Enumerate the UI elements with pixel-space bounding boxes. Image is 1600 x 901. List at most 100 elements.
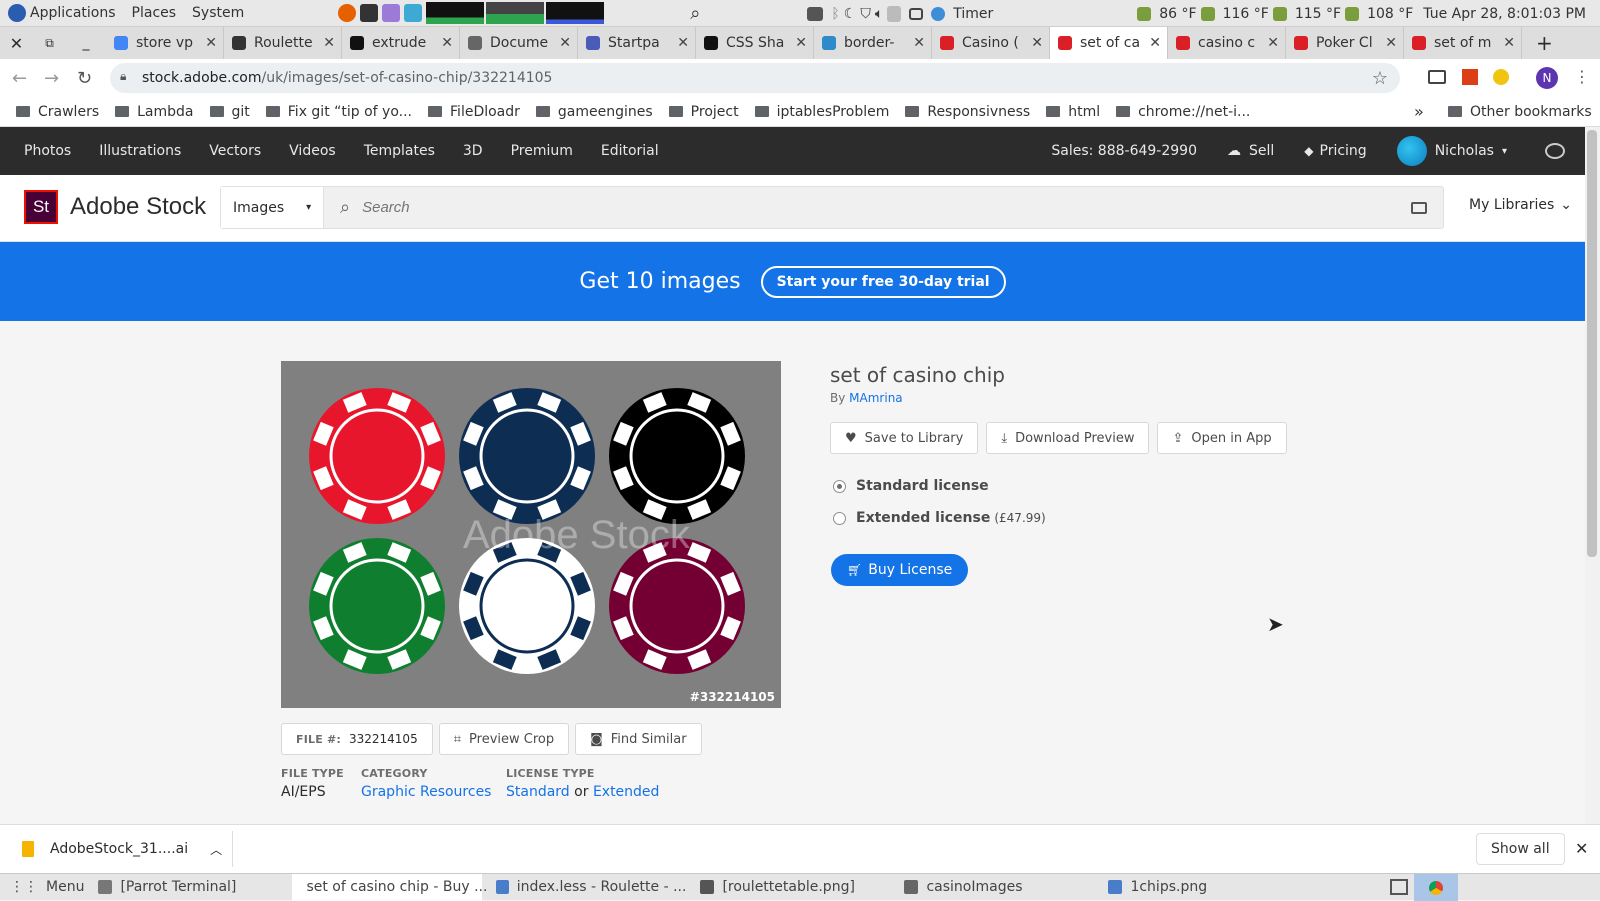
creative-cloud-icon[interactable] <box>1545 143 1565 159</box>
show-all-button[interactable]: Show all <box>1476 833 1565 865</box>
chrome-taskbar-icon[interactable] <box>1414 874 1458 901</box>
save-to-library-button[interactable]: ♥ Save to Library <box>830 422 979 454</box>
extension-office-icon[interactable] <box>1462 69 1478 85</box>
workspace-switcher-icon[interactable] <box>1390 879 1408 895</box>
taskbar-item[interactable]: casinoImages <box>904 874 1094 901</box>
volume-icon[interactable]: 🔈︎ <box>875 6 883 22</box>
shield-icon[interactable]: ⛉ <box>860 6 871 22</box>
notes-icon[interactable] <box>404 4 423 22</box>
content-type-select[interactable]: Images ▾ <box>221 187 324 228</box>
system-menu[interactable]: System <box>192 5 244 21</box>
bookmark-item[interactable]: Project <box>668 104 739 120</box>
standard-license-radio[interactable] <box>833 479 846 493</box>
close-tab-icon[interactable]: ✕ <box>1267 35 1279 51</box>
user-menu[interactable]: Nicholas ▾ <box>1396 136 1507 166</box>
close-download-bar-icon[interactable]: ✕ <box>1575 839 1588 858</box>
text-editor-icon[interactable] <box>382 4 401 22</box>
other-bookmarks[interactable]: Other bookmarks <box>1448 104 1592 120</box>
bookmark-item[interactable]: gameengines <box>535 104 653 120</box>
download-item[interactable]: AdobeStock_31....ai ︿ <box>22 841 232 858</box>
standard-license-option[interactable]: Standard license <box>833 478 989 494</box>
close-window-icon[interactable]: ✕ <box>0 34 33 53</box>
bookmark-item[interactable]: html <box>1046 104 1100 120</box>
bookmarks-overflow-icon[interactable]: » <box>1414 102 1424 121</box>
bookmark-item[interactable]: Lambda <box>115 104 194 120</box>
url-field[interactable]: 🔒︎ stock.adobe.com/uk/images/set-of-casi… <box>110 63 1400 93</box>
close-tab-icon[interactable]: ✕ <box>913 35 925 51</box>
bookmark-item[interactable]: Responsivness <box>905 104 1030 120</box>
nav-item[interactable]: Videos <box>289 143 336 159</box>
pricing-link[interactable]: ◆ Pricing <box>1304 143 1366 159</box>
visual-search-camera-icon[interactable] <box>1411 201 1427 214</box>
bookmark-item[interactable]: iptablesProblem <box>754 104 889 120</box>
close-tab-icon[interactable]: ✕ <box>1031 35 1043 51</box>
close-tab-icon[interactable]: ✕ <box>795 35 807 51</box>
new-tab-icon[interactable]: + <box>1536 31 1553 55</box>
star-icon[interactable]: ☆ <box>1372 68 1388 89</box>
cast-icon[interactable] <box>1428 70 1446 84</box>
category-link[interactable]: Graphic Resources <box>361 784 491 800</box>
browser-tab[interactable]: casino c ✕ <box>1168 27 1286 59</box>
bookmark-item[interactable]: Fix git “tip of yo... <box>265 104 412 120</box>
taskbar-item[interactable]: [Parrot Terminal] <box>98 874 278 901</box>
close-tab-icon[interactable]: ✕ <box>1149 35 1161 51</box>
terminal-icon[interactable] <box>360 4 379 22</box>
nav-item[interactable]: Vectors <box>209 143 261 159</box>
asset-preview-image[interactable]: Adobe Stock #332214105 <box>281 361 781 708</box>
my-libraries-menu[interactable]: My Libraries ⌄ <box>1469 197 1572 213</box>
browser-tab[interactable]: Startpa ✕ <box>578 27 696 59</box>
bookmark-item[interactable]: Crawlers <box>16 104 99 120</box>
browser-tab[interactable]: set of ca ✕ <box>1050 27 1168 59</box>
browser-tab[interactable]: store vp ✕ <box>106 27 224 59</box>
extension-yellow-icon[interactable] <box>1493 69 1509 85</box>
extended-license-option[interactable]: Extended license (£47.99) <box>833 510 1046 526</box>
night-mode-icon[interactable]: ☾ <box>844 6 857 22</box>
browser-tab[interactable]: border- ✕ <box>814 27 932 59</box>
browser-tab[interactable]: CSS Sha ✕ <box>696 27 814 59</box>
browser-tab[interactable]: Casino (✕ <box>932 27 1050 59</box>
open-in-app-button[interactable]: ⇪ Open in App <box>1157 422 1287 454</box>
bookmark-item[interactable]: git <box>209 104 250 120</box>
free-trial-button[interactable]: Start your free 30-day trial <box>760 265 1006 298</box>
browser-tab[interactable]: extrude ✕ <box>342 27 460 59</box>
chevron-up-icon[interactable]: ︿ <box>210 841 222 858</box>
scrollbar-thumb[interactable] <box>1587 130 1597 557</box>
close-tab-icon[interactable]: ✕ <box>677 35 689 51</box>
taskbar-item[interactable]: index.less - Roulette - ... <box>496 874 686 901</box>
search-input[interactable] <box>362 199 1411 216</box>
timer-label[interactable]: Timer <box>953 6 993 22</box>
nav-item[interactable]: Photos <box>24 143 71 159</box>
download-preview-button[interactable]: ⤓ Download Preview <box>986 422 1150 454</box>
close-tab-icon[interactable]: ✕ <box>559 35 571 51</box>
bookmark-item[interactable]: FileDloadr <box>428 104 520 120</box>
browser-tab[interactable]: Docume ✕ <box>460 27 578 59</box>
find-similar-button[interactable]: ◙ Find Similar <box>575 723 702 755</box>
taskbar-item[interactable]: 1chips.png <box>1108 874 1258 901</box>
profile-avatar[interactable]: N <box>1536 67 1558 89</box>
taskbar-item[interactable]: set of casino chip - Buy ... <box>292 873 487 901</box>
nav-item[interactable]: Templates <box>364 143 435 159</box>
back-icon[interactable]: ← <box>12 68 27 89</box>
buy-license-button[interactable]: 🛒︎ Buy License <box>831 554 969 586</box>
nav-item[interactable]: Premium <box>511 143 573 159</box>
browser-menu-icon[interactable]: ⋮ <box>1574 67 1590 86</box>
bluetooth-icon[interactable]: ᛒ <box>831 6 839 22</box>
search-icon[interactable]: ⌕ <box>690 3 700 24</box>
extended-license-link[interactable]: Extended <box>593 784 660 800</box>
nav-item[interactable]: Editorial <box>601 143 659 159</box>
standard-license-link[interactable]: Standard <box>506 784 570 800</box>
adobe-stock-logo[interactable]: St Adobe Stock <box>24 190 206 224</box>
close-tab-icon[interactable]: ✕ <box>1385 35 1397 51</box>
reload-icon[interactable]: ↻ <box>77 68 92 89</box>
bookmark-item[interactable]: chrome://net-i... <box>1116 104 1250 120</box>
nav-item[interactable]: Illustrations <box>99 143 181 159</box>
nav-item[interactable]: 3D <box>463 143 483 159</box>
parrot-logo-icon[interactable] <box>8 4 26 22</box>
browser-tab[interactable]: set of m ✕ <box>1404 27 1522 59</box>
places-menu[interactable]: Places <box>132 5 177 21</box>
minimize-window-icon[interactable]: _ <box>66 35 106 51</box>
taskbar-item[interactable]: [roulettetable.png] <box>700 874 890 901</box>
extended-license-radio[interactable] <box>833 511 846 525</box>
author-link[interactable]: MAmrina <box>849 391 902 405</box>
screen-icon[interactable] <box>807 6 824 21</box>
